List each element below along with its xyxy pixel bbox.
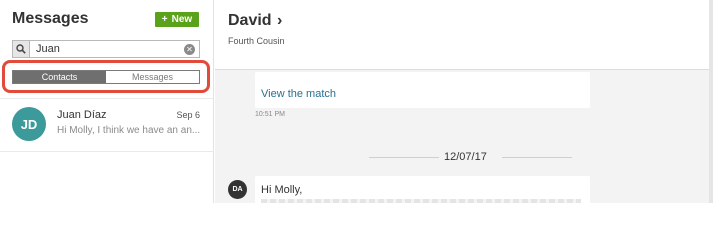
new-button-label: New: [171, 14, 193, 25]
filter-segmented-control: Contacts Messages: [12, 70, 200, 84]
plus-icon: +: [161, 14, 168, 25]
search-input[interactable]: [30, 41, 184, 57]
message-text: Hi Molly,: [261, 184, 303, 196]
page-title: Messages: [12, 10, 89, 27]
tab-contacts[interactable]: Contacts: [13, 71, 106, 83]
contact-date: Sep 6: [176, 110, 200, 120]
avatar: DA: [228, 180, 247, 199]
conversation-list-pane: Messages + New ✕ Contacts Messages JD Ju…: [0, 0, 214, 203]
clear-icon[interactable]: ✕: [184, 43, 195, 55]
message-preview: Hi Molly, I think we have an an...: [57, 125, 201, 136]
chevron-right-icon[interactable]: ›: [277, 12, 282, 30]
conversation-pane: David › Fourth Cousin View the match 10:…: [215, 0, 709, 206]
search-box: ✕: [12, 40, 200, 58]
view-match-link[interactable]: View the match: [261, 88, 336, 100]
avatar: JD: [12, 107, 46, 141]
scrollbar[interactable]: [709, 0, 713, 203]
tab-messages[interactable]: Messages: [106, 71, 199, 83]
relationship-label: Fourth Cousin: [228, 36, 285, 46]
divider: [502, 157, 572, 158]
contact-name: Juan Díaz: [57, 109, 107, 121]
messages-app: Messages + New ✕ Contacts Messages JD Ju…: [0, 0, 713, 206]
conversation-header: David › Fourth Cousin: [215, 0, 709, 70]
search-icon[interactable]: [13, 41, 30, 57]
divider: [369, 157, 439, 158]
date-separator: 12/07/17: [444, 151, 487, 163]
message-timestamp: 10:51 PM: [255, 111, 285, 118]
blurred-text: [261, 199, 581, 203]
conversation-title[interactable]: David: [228, 12, 272, 30]
list-item[interactable]: JD Juan Díaz Sep 6 Hi Molly, I think we …: [0, 99, 214, 152]
new-message-button[interactable]: + New: [155, 12, 199, 27]
